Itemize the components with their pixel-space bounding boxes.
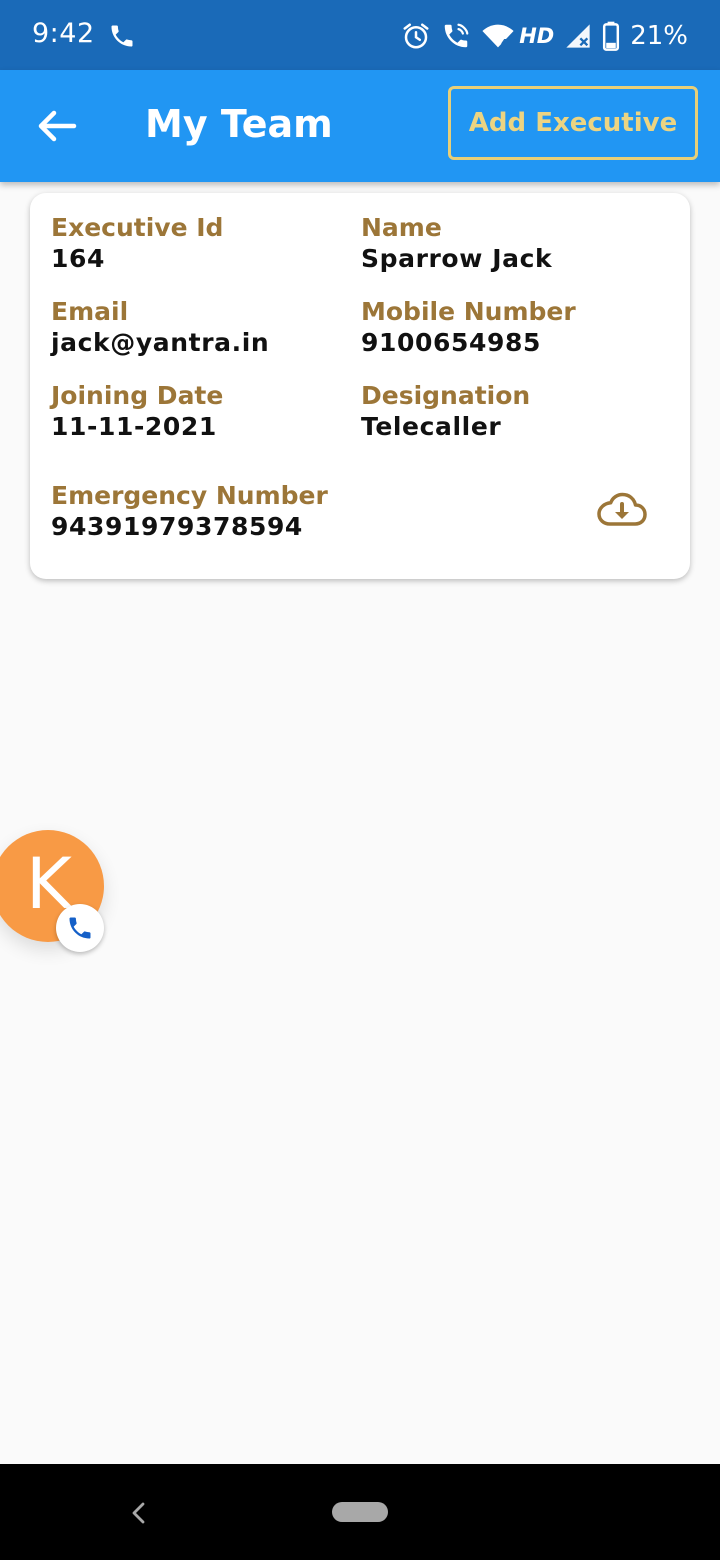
chat-head-bubble[interactable]: K xyxy=(0,830,104,952)
field-mobile-number: Mobile Number 9100654985 xyxy=(361,297,576,359)
status-time: 9:42 xyxy=(32,18,95,49)
field-executive-id: Executive Id 164 xyxy=(51,213,223,275)
executive-card: Executive Id 164 Name Sparrow Jack Email… xyxy=(30,193,690,579)
chat-head-badge xyxy=(56,904,104,952)
signal-icon xyxy=(566,24,590,48)
field-label: Mobile Number xyxy=(361,297,576,326)
add-executive-button[interactable]: Add Executive xyxy=(448,86,698,160)
alarm-icon xyxy=(403,23,429,49)
field-value: 9100654985 xyxy=(361,328,541,357)
battery-percent: 21% xyxy=(630,21,688,51)
field-label: Name xyxy=(361,213,442,242)
field-value: 164 xyxy=(51,244,105,273)
field-email: Email jack@yantra.in xyxy=(51,297,269,359)
network-type-label: HD xyxy=(519,24,555,48)
arrow-left-icon[interactable] xyxy=(30,104,82,148)
field-label: Emergency Number xyxy=(51,481,328,510)
field-label: Designation xyxy=(361,381,531,410)
field-designation: Designation Telecaller xyxy=(361,381,530,443)
field-label: Email xyxy=(51,297,129,326)
field-label: Executive Id xyxy=(51,213,224,242)
field-emergency-number: Emergency Number 94391979378594 xyxy=(51,481,328,543)
nav-back-icon[interactable] xyxy=(126,1500,152,1526)
field-name: Name Sparrow Jack xyxy=(361,213,552,275)
field-value: 11-11-2021 xyxy=(51,412,217,441)
field-value: 94391979378594 xyxy=(51,512,303,541)
field-joining-date: Joining Date 11-11-2021 xyxy=(51,381,223,443)
svg-text:4: 4 xyxy=(501,38,508,49)
status-icons: 4 HD 21% xyxy=(401,16,688,56)
app-bar: My Team Add Executive xyxy=(0,70,720,182)
nav-home-pill[interactable] xyxy=(332,1502,388,1522)
navigation-bar xyxy=(0,1464,720,1560)
field-value: jack@yantra.in xyxy=(51,328,270,357)
field-label: Joining Date xyxy=(51,381,224,410)
wifi-call-icon xyxy=(444,23,469,48)
field-value: Telecaller xyxy=(361,412,502,441)
page-title: My Team xyxy=(145,102,333,146)
field-value: Sparrow Jack xyxy=(361,244,553,273)
phone-icon xyxy=(69,917,91,939)
status-bar: 9:42 4 HD 21% xyxy=(0,0,720,70)
cloud-download-icon[interactable] xyxy=(596,491,648,531)
battery-icon xyxy=(603,21,620,51)
wifi-icon: 4 xyxy=(482,24,514,49)
phone-call-icon xyxy=(111,25,133,47)
